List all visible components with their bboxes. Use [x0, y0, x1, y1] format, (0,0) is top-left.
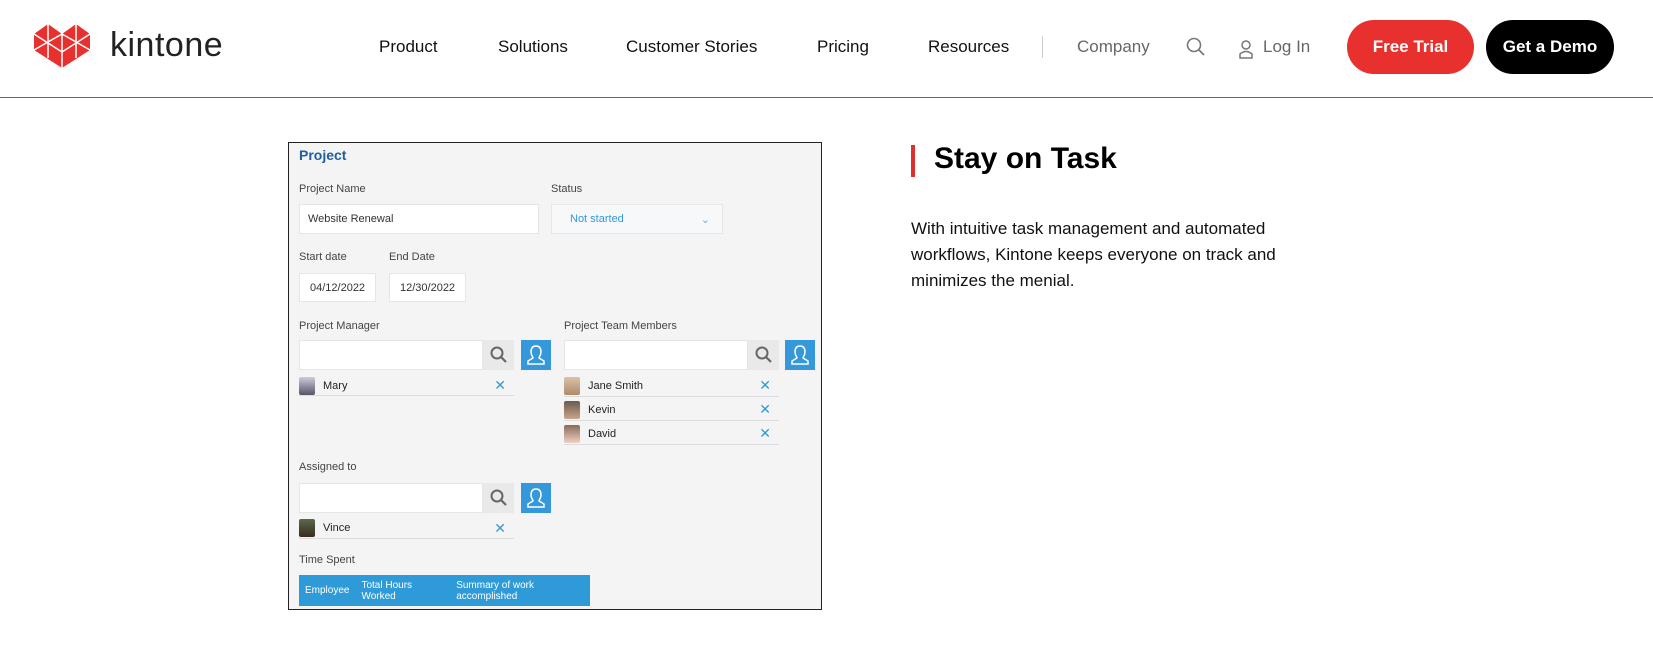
manager-user-picker-button[interactable] — [521, 340, 551, 370]
get-demo-button[interactable]: Get a Demo — [1486, 20, 1614, 74]
status-select[interactable]: Not started ⌄ — [551, 204, 723, 234]
feature-heading: Stay on Task — [934, 142, 1117, 175]
remove-icon[interactable]: ✕ — [494, 520, 506, 537]
nav-product[interactable]: Product — [379, 37, 438, 57]
manager-search-button[interactable] — [483, 340, 514, 370]
user-name: Mary — [323, 379, 348, 392]
avatar — [299, 519, 315, 537]
search-icon[interactable] — [1186, 37, 1206, 57]
search-icon — [755, 346, 772, 363]
column-summary: Summary of work accomplished — [456, 579, 534, 602]
time-spent-table-header: Employee Total Hours Worked Summary of w… — [299, 575, 590, 606]
site-header: kintone Product Solutions Customer Stori… — [0, 0, 1653, 98]
project-name-label: Project Name — [299, 183, 366, 195]
avatar — [564, 424, 580, 443]
status-value: Not started — [570, 213, 624, 225]
time-spent-label: Time Spent — [299, 554, 355, 566]
avatar — [299, 376, 315, 395]
assigned-input[interactable] — [299, 483, 483, 513]
nav-solutions[interactable]: Solutions — [498, 37, 568, 57]
brand-name[interactable]: kintone — [110, 26, 223, 65]
login-link[interactable]: Log In — [1263, 37, 1310, 57]
search-icon — [490, 346, 507, 363]
user-name: Kevin — [588, 403, 616, 416]
team-entry: Jane Smith ✕ — [564, 375, 779, 397]
feature-description: With intuitive task management and autom… — [911, 219, 1276, 290]
assigned-search-button[interactable] — [483, 483, 514, 513]
remove-icon[interactable]: ✕ — [759, 401, 771, 418]
assigned-user-picker-button[interactable] — [521, 483, 551, 513]
avatar — [564, 400, 580, 419]
project-form-screenshot: Project Project Name Website Renewal Sta… — [288, 142, 822, 610]
kintone-logo-icon[interactable] — [34, 24, 92, 68]
team-entry: Kevin ✕ — [564, 399, 779, 421]
start-date-label: Start date — [299, 251, 347, 263]
column-total-hours: Total Hours Worked — [361, 579, 413, 602]
user-icon[interactable] — [1238, 39, 1254, 59]
user-name: Vince — [323, 522, 351, 534]
team-search-button[interactable] — [748, 340, 779, 370]
nav-company[interactable]: Company — [1077, 37, 1150, 57]
end-date-input[interactable]: 12/30/2022 — [389, 273, 466, 302]
nav-divider — [1042, 36, 1043, 58]
nav-pricing[interactable]: Pricing — [817, 37, 869, 57]
user-name: David — [588, 427, 617, 440]
manager-label: Project Manager — [299, 320, 380, 332]
team-entry: David ✕ — [564, 423, 779, 445]
free-trial-button[interactable]: Free Trial — [1347, 20, 1474, 74]
heading-accent-bar — [911, 145, 915, 177]
assigned-label: Assigned to — [299, 461, 357, 473]
remove-icon[interactable]: ✕ — [759, 425, 771, 442]
manager-entry: Mary ✕ — [299, 376, 514, 396]
column-employee: Employee — [305, 585, 350, 596]
search-icon — [490, 489, 507, 506]
user-icon — [527, 488, 545, 508]
nav-resources[interactable]: Resources — [928, 37, 1009, 57]
user-name: Jane Smith — [588, 379, 644, 392]
user-icon — [791, 345, 809, 365]
end-date-label: End Date — [389, 251, 435, 263]
assigned-entry: Vince ✕ — [299, 518, 514, 539]
nav-customer-stories[interactable]: Customer Stories — [626, 37, 757, 57]
start-date-input[interactable]: 04/12/2022 — [299, 273, 376, 302]
manager-input[interactable] — [299, 340, 483, 370]
team-label: Project Team Members — [564, 320, 677, 332]
chevron-down-icon: ⌄ — [700, 213, 710, 226]
remove-icon[interactable]: ✕ — [759, 377, 771, 394]
form-title: Project — [299, 147, 347, 163]
team-input[interactable] — [564, 340, 748, 370]
team-user-picker-button[interactable] — [785, 340, 815, 370]
status-label: Status — [551, 183, 583, 195]
user-icon — [527, 345, 545, 365]
remove-icon[interactable]: ✕ — [494, 377, 506, 394]
avatar — [564, 376, 580, 395]
project-name-input[interactable]: Website Renewal — [299, 204, 539, 234]
